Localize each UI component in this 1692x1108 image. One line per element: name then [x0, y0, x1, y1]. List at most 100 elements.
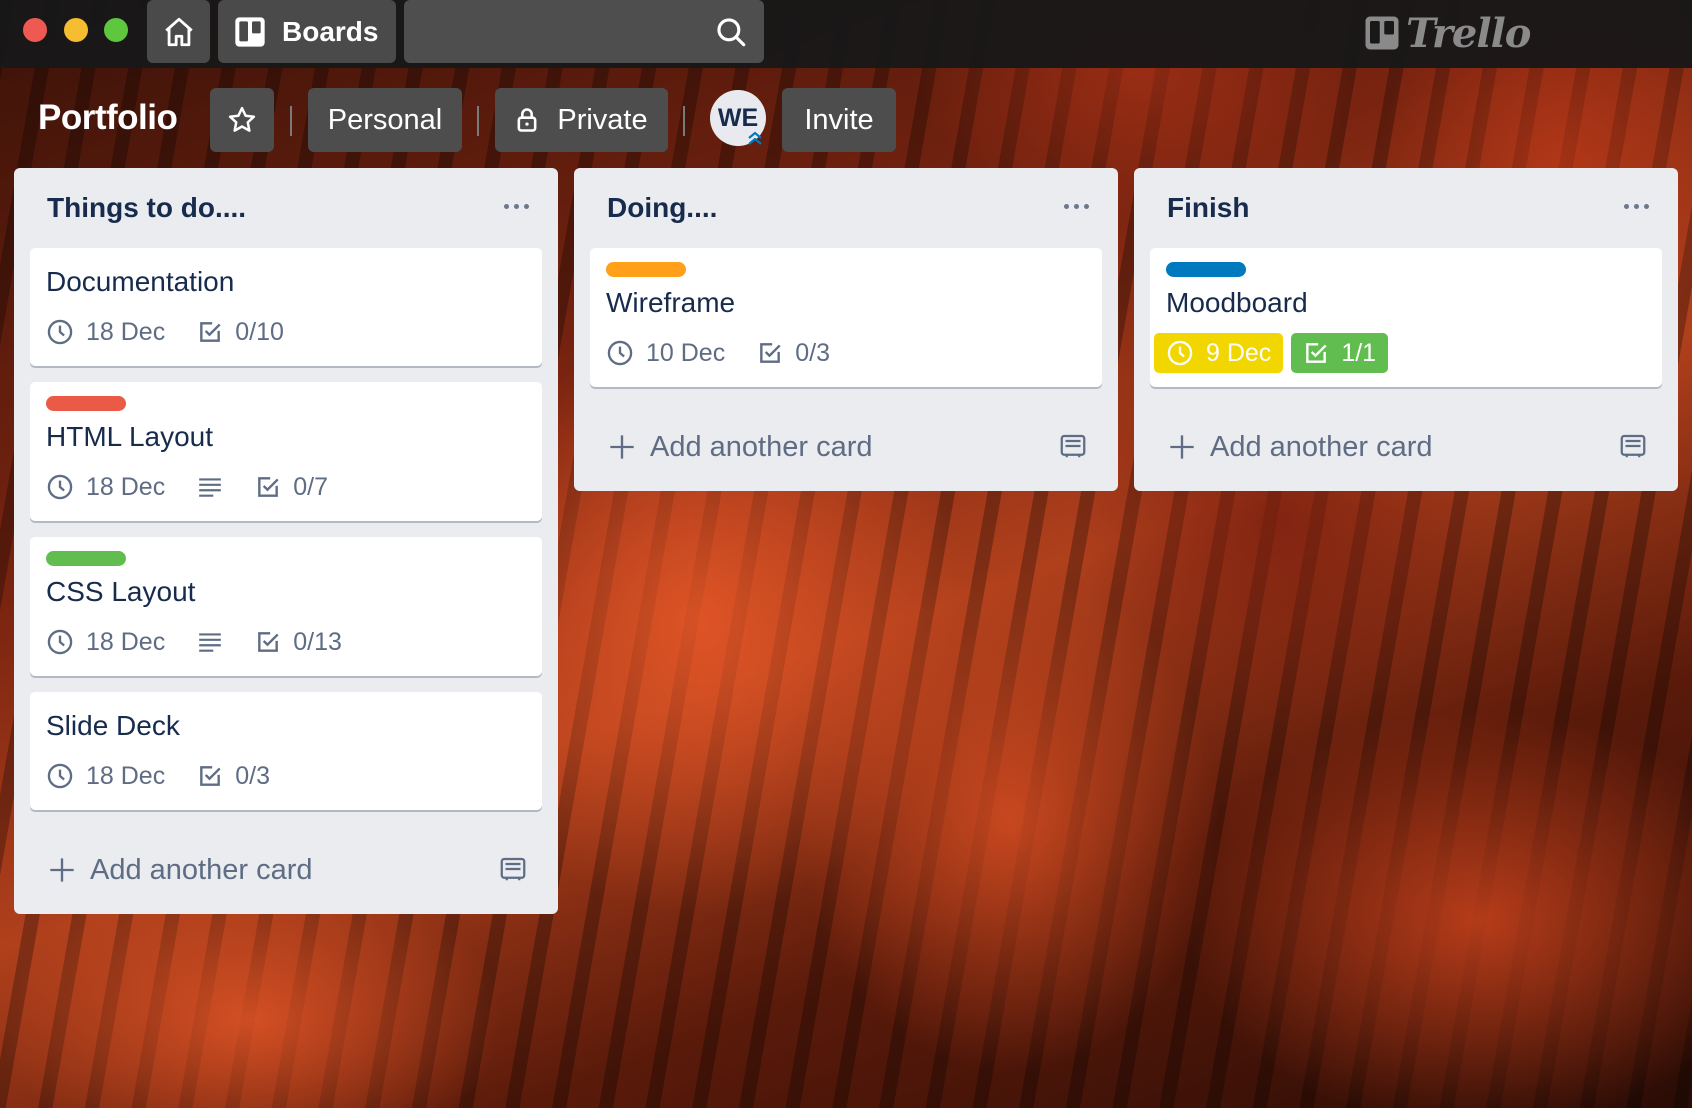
plus-icon — [1168, 433, 1196, 461]
list-header: Things to do.... — [14, 168, 558, 248]
due-date-badge[interactable]: 9 Dec — [1154, 333, 1284, 373]
label-blue[interactable] — [1166, 262, 1246, 277]
checklist-icon — [258, 477, 279, 497]
clock-icon — [607, 340, 633, 366]
lock-icon — [517, 108, 537, 132]
search-box[interactable] — [404, 0, 764, 63]
label-green[interactable] — [46, 551, 126, 566]
checklist-badge: 0/7 — [255, 467, 328, 507]
add-card-button[interactable]: Add another card — [14, 826, 558, 914]
due-date-badge[interactable]: 18 Dec — [46, 622, 165, 662]
list-finish: Finish Moodboard 9 Dec 1/1 Add another c… — [1134, 168, 1678, 491]
dot — [1633, 203, 1639, 209]
card[interactable]: Moodboard 9 Dec 1/1 — [1150, 248, 1662, 387]
privacy-button[interactable]: Private — [495, 88, 668, 152]
list-things-to-do: Things to do.... Documentation 18 Dec 0/… — [14, 168, 558, 914]
card-template-icon[interactable] — [498, 854, 528, 884]
member-initials: WE — [717, 103, 759, 132]
card[interactable]: HTML Layout 18 Dec 0/7 — [30, 382, 542, 521]
card-template-icon[interactable] — [1618, 431, 1648, 461]
due-date-badge[interactable]: 18 Dec — [46, 312, 165, 352]
clock-icon — [47, 474, 73, 500]
team-visibility-button[interactable]: Personal — [308, 88, 462, 152]
checklist-badge: 0/10 — [197, 312, 284, 352]
privacy-label: Private — [557, 103, 648, 136]
due-date-text: 18 Dec — [86, 761, 166, 790]
card[interactable]: Documentation 18 Dec 0/10 — [30, 248, 542, 366]
list-header: Doing.... — [574, 168, 1118, 248]
invite-button[interactable]: Invite — [782, 88, 896, 152]
add-card-button[interactable]: Add another card — [574, 403, 1118, 491]
due-date-text: 18 Dec — [86, 472, 166, 501]
checklist-badge: 0/3 — [757, 333, 830, 373]
checklist-count: 1/1 — [1341, 338, 1377, 367]
card-badges: 9 Dec 1/1 — [1154, 333, 1646, 373]
label-red[interactable] — [46, 396, 126, 411]
due-date-text: 18 Dec — [86, 317, 166, 346]
header-divider — [683, 106, 685, 136]
window-close-button[interactable] — [23, 18, 47, 42]
member-avatar[interactable]: WE — [710, 90, 766, 146]
dot — [1063, 203, 1069, 209]
add-card-label: Add another card — [650, 430, 873, 463]
search-input[interactable] — [404, 0, 764, 63]
due-date-badge[interactable]: 10 Dec — [606, 333, 725, 373]
star-icon — [228, 106, 256, 132]
clock-icon — [47, 629, 73, 655]
checklist-count: 0/13 — [293, 627, 342, 656]
list-menu-button[interactable] — [498, 196, 534, 216]
dot — [1073, 203, 1079, 209]
star-board-button[interactable] — [210, 88, 274, 152]
card[interactable]: CSS Layout 18 Dec 0/13 — [30, 537, 542, 676]
dot — [1623, 203, 1629, 209]
card-title: Slide Deck — [46, 710, 180, 741]
list-menu-button[interactable] — [1618, 196, 1654, 216]
clock-icon — [47, 763, 73, 789]
list-menu-button[interactable] — [1058, 196, 1094, 216]
home-button[interactable] — [147, 0, 210, 63]
description-icon — [197, 474, 223, 500]
admin-chevron-icon — [748, 131, 762, 145]
top-bar: Boards Trello — [0, 0, 1692, 68]
window-minimize-button[interactable] — [64, 18, 88, 42]
dot — [503, 203, 509, 209]
plus-icon — [608, 433, 636, 461]
due-date-text: 9 Dec — [1206, 338, 1272, 367]
window-maximize-button[interactable] — [104, 18, 128, 42]
checklist-count: 0/7 — [293, 472, 328, 501]
add-card-label: Add another card — [90, 853, 313, 886]
boards-button[interactable]: Boards — [218, 0, 396, 63]
list-title[interactable]: Doing.... — [607, 192, 717, 224]
card[interactable]: Wireframe 10 Dec 0/3 — [590, 248, 1102, 387]
dot — [523, 203, 529, 209]
card-template-icon[interactable] — [1058, 431, 1088, 461]
card[interactable]: Slide Deck 18 Dec 0/3 — [30, 692, 542, 810]
card-badges: 10 Dec 0/3 — [606, 333, 1086, 373]
team-visibility-label: Personal — [327, 103, 443, 136]
checklist-count: 0/3 — [235, 761, 270, 790]
dot — [1643, 203, 1649, 209]
label-orange[interactable] — [606, 262, 686, 277]
card-title: Moodboard — [1166, 287, 1308, 318]
list-header: Finish — [1134, 168, 1678, 248]
list-doing: Doing.... Wireframe 10 Dec 0/3 Add anoth… — [574, 168, 1118, 491]
boards-label: Boards — [282, 15, 379, 47]
due-date-text: 18 Dec — [86, 627, 166, 656]
checklist-badge: 0/13 — [255, 622, 342, 662]
checklist-icon — [200, 766, 221, 786]
add-card-label: Add another card — [1210, 430, 1433, 463]
search-icon[interactable] — [714, 15, 748, 49]
checklist-count: 0/3 — [795, 338, 830, 367]
board-title[interactable]: Portfolio — [38, 98, 178, 138]
card-badges: 18 Dec 0/3 — [46, 756, 526, 796]
due-date-badge[interactable]: 18 Dec — [46, 756, 165, 796]
due-date-text: 10 Dec — [646, 338, 726, 367]
add-card-button[interactable]: Add another card — [1134, 403, 1678, 491]
clock-icon — [1167, 340, 1193, 366]
header-divider — [290, 106, 292, 136]
due-date-badge[interactable]: 18 Dec — [46, 467, 165, 507]
card-title: HTML Layout — [46, 421, 214, 452]
list-title[interactable]: Finish — [1167, 192, 1249, 224]
list-title[interactable]: Things to do.... — [47, 192, 246, 224]
trello-logo[interactable]: Trello — [1364, 8, 1531, 58]
